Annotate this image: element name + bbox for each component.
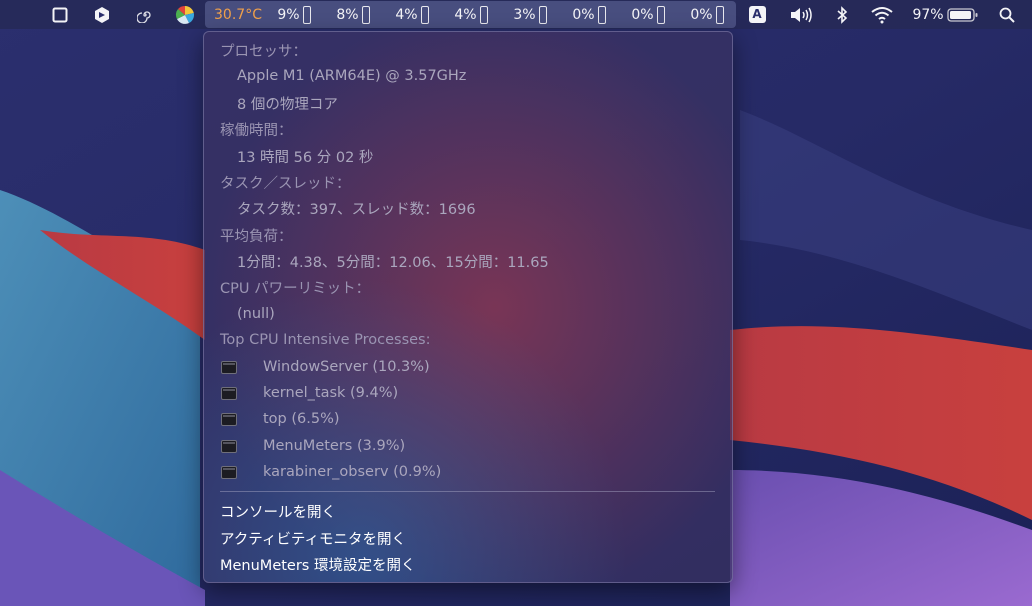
menu-bar: 30.7°C 9% 8% 4% 4% 3% 0% 0% 0% A 97% [0,0,1032,29]
cpu-core-percent: 4% [454,6,477,23]
cpu-core-percent: 0% [690,6,713,23]
input-source-label: A [748,6,766,23]
process-item: karabiner_observ (0.9%) [204,459,732,485]
speaker-icon[interactable] [788,0,814,29]
terminal-icon [221,412,237,426]
cpu-core-bar [538,5,547,24]
cpu-core-meter[interactable]: 9% [273,0,315,29]
process-item: kernel_task (9.4%) [204,380,732,406]
cpu-core-percent: 9% [277,6,300,23]
cpu-core-bar [361,5,370,24]
process-label: top (6.5%) [263,411,340,427]
terminal-icon [221,386,237,400]
terminal-icon [221,360,237,374]
process-label: MenuMeters (3.9%) [263,438,406,454]
process-item: WindowServer (10.3%) [204,354,732,380]
bluetooth-icon[interactable] [834,0,850,29]
spiral-icon[interactable] [135,0,155,29]
cpu-core-percent: 0% [631,6,654,23]
app-icon [221,439,237,453]
battery-icon[interactable] [946,0,980,29]
wifi-icon[interactable] [870,0,894,29]
cpu-core-percent: 8% [336,6,359,23]
cpu-core-meter[interactable]: 0% [686,0,728,29]
cpu-core-meter[interactable]: 0% [568,0,610,29]
cpu-core-meter[interactable]: 4% [391,0,433,29]
cpu-core-bar [656,5,665,24]
open-console-item[interactable]: コンソールを開く [204,498,732,524]
processor-header: プロセッサ： [220,43,307,60]
processor-name: Apple M1 (ARM64E) @ 3.57GHz [237,68,467,84]
cpu-core-meter[interactable]: 0% [627,0,669,29]
cpu-temperature[interactable]: 30.7°C [212,0,264,29]
battery-percent[interactable]: 97% [911,0,945,29]
tasks-value: タスク数：397、スレッド数：1696 [237,201,476,218]
uptime-value: 13 時間 56 分 02 秒 [237,149,374,166]
process-item: MenuMeters (3.9%) [204,433,732,459]
color-wheel-icon[interactable] [174,0,196,29]
menu-separator [220,491,715,492]
open-activity-monitor-item[interactable]: アクティビティモニタを開く [204,525,732,551]
cpu-core-meter[interactable]: 8% [332,0,374,29]
load-average-value: 1分間：4.38、5分間：12.06、15分間：11.65 [237,254,549,271]
cpu-core-bar [302,5,311,24]
cpu-dropdown-menu: プロセッサ： Apple M1 (ARM64E) @ 3.57GHz 8 個の物… [203,31,733,583]
cpu-core-meter[interactable]: 4% [450,0,492,29]
uptime-header: 稼働時間： [220,122,293,139]
cpu-core-percent: 4% [395,6,418,23]
process-label: WindowServer (10.3%) [263,359,430,375]
app-icon[interactable] [92,0,112,29]
window-icon[interactable] [50,0,70,29]
load-average-header: 平均負荷： [220,228,293,245]
open-menumeters-preferences-item[interactable]: MenuMeters 環境設定を開く [204,551,732,577]
cpu-core-bar [715,5,724,24]
search-icon[interactable] [997,0,1017,29]
power-limit-header: CPU パワーリミット： [220,280,371,297]
processor-cores: 8 個の物理コア [237,96,338,113]
cpu-core-bar [597,5,606,24]
top-processes-header: Top CPU Intensive Processes: [220,332,431,348]
input-source-button[interactable]: A [747,0,767,29]
cpu-core-percent: 0% [572,6,595,23]
cpu-core-meter[interactable]: 3% [509,0,551,29]
cpu-core-bar [479,5,488,24]
power-limit-value: (null) [237,306,275,322]
process-label: karabiner_observ (0.9%) [263,464,442,480]
cpu-core-percent: 3% [513,6,536,23]
tasks-header: タスク／スレッド： [220,175,351,192]
cpu-core-bar [420,5,429,24]
process-label: kernel_task (9.4%) [263,385,399,401]
terminal-icon [221,465,237,479]
process-item: top (6.5%) [204,406,732,432]
